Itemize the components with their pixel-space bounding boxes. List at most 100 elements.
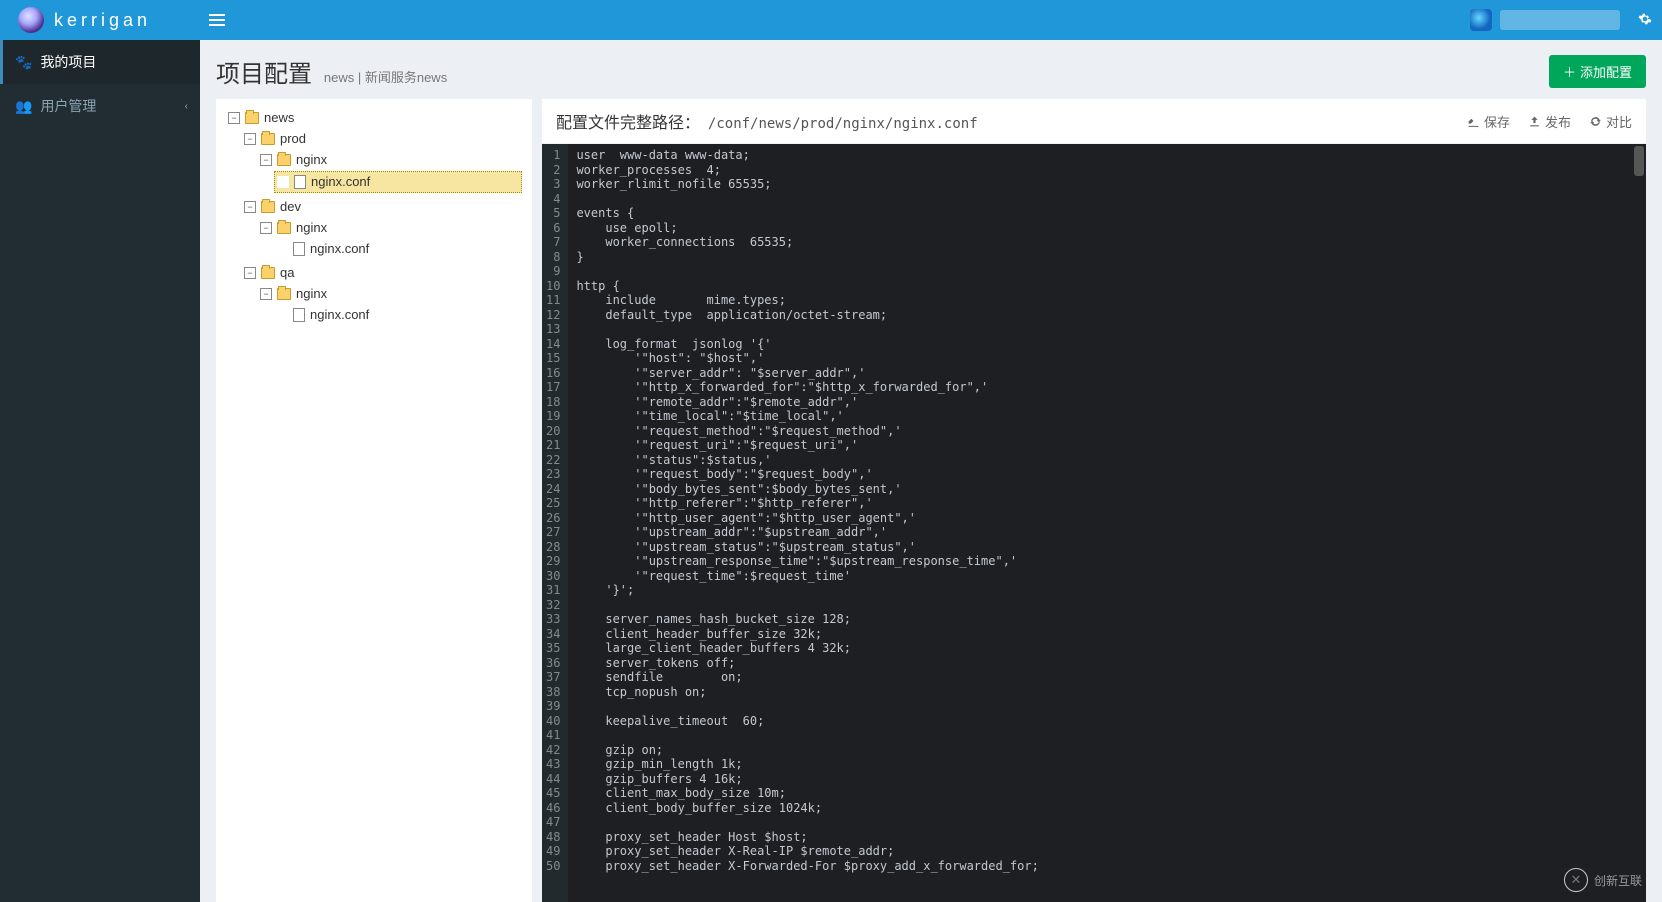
- user-menu[interactable]: [1500, 10, 1620, 30]
- tree-folder[interactable]: −news: [226, 108, 522, 128]
- tree-folder[interactable]: −nginx: [258, 218, 522, 238]
- line-number: 35: [546, 641, 560, 656]
- tree-file[interactable]: nginx.conf: [274, 239, 522, 259]
- tree-folder[interactable]: − qa: [242, 263, 522, 283]
- code-line[interactable]: proxy_set_header X-Real-IP $remote_addr;: [576, 844, 1646, 859]
- code-line[interactable]: '}';: [576, 583, 1646, 598]
- code-line[interactable]: gzip_buffers 4 16k;: [576, 772, 1646, 787]
- code-line[interactable]: [576, 728, 1646, 743]
- tree-node-label: qa: [280, 264, 294, 282]
- code-line[interactable]: '"upstream_status":"$upstream_status",': [576, 540, 1646, 555]
- tree-file[interactable]: nginx.conf: [274, 305, 522, 325]
- line-number: 6: [546, 221, 560, 236]
- code-line[interactable]: '"server_addr": "$server_addr",': [576, 366, 1646, 381]
- code-line[interactable]: [576, 598, 1646, 613]
- code-line[interactable]: proxy_set_header X-Forwarded-For $proxy_…: [576, 859, 1646, 874]
- code-line[interactable]: '"upstream_addr":"$upstream_addr",': [576, 525, 1646, 540]
- file-tree: −news−prod−nginxnginx.conf−dev−nginxngin…: [226, 107, 522, 329]
- tree-file[interactable]: nginx.conf: [274, 171, 522, 193]
- tree-node-label: nginx.conf: [310, 240, 369, 258]
- code-line[interactable]: server_tokens off;: [576, 656, 1646, 671]
- page-title-wrap: 项目配置 news | 新闻服务news: [216, 54, 447, 89]
- line-number: 47: [546, 815, 560, 830]
- code-line[interactable]: keepalive_timeout 60;: [576, 714, 1646, 729]
- code-line[interactable]: include mime.types;: [576, 293, 1646, 308]
- code-line[interactable]: log_format jsonlog '{': [576, 337, 1646, 352]
- code-line[interactable]: client_max_body_size 10m;: [576, 786, 1646, 801]
- code-line[interactable]: '"upstream_response_time":"$upstream_res…: [576, 554, 1646, 569]
- tree-toggle-icon[interactable]: −: [260, 154, 272, 166]
- add-config-button[interactable]: ＋ 添加配置: [1549, 55, 1646, 88]
- code-line[interactable]: use epoll;: [576, 221, 1646, 236]
- code-line[interactable]: user www-data www-data;: [576, 148, 1646, 163]
- code-lines[interactable]: user www-data www-data;worker_processes …: [568, 144, 1646, 902]
- code-line[interactable]: server_names_hash_bucket_size 128;: [576, 612, 1646, 627]
- toggle-sidebar-button[interactable]: [200, 0, 234, 40]
- code-line[interactable]: tcp_nopush on;: [576, 685, 1646, 700]
- line-number: 39: [546, 699, 560, 714]
- tree-node-label: nginx.conf: [311, 173, 370, 191]
- code-line[interactable]: client_body_buffer_size 1024k;: [576, 801, 1646, 816]
- sidebar-item-projects[interactable]: 🐾 我的项目: [0, 40, 200, 84]
- tree-toggle-icon[interactable]: −: [244, 133, 256, 145]
- code-line[interactable]: '"status":$status,': [576, 453, 1646, 468]
- code-editor[interactable]: 1234567891011121314151617181920212223242…: [542, 144, 1646, 902]
- code-line[interactable]: '"time_local":"$time_local",': [576, 409, 1646, 424]
- line-number: 24: [546, 482, 560, 497]
- line-number: 38: [546, 685, 560, 700]
- save-button[interactable]: 保存: [1467, 112, 1510, 131]
- code-line[interactable]: client_header_buffer_size 32k;: [576, 627, 1646, 642]
- code-line[interactable]: default_type application/octet-stream;: [576, 308, 1646, 323]
- code-line[interactable]: '"body_bytes_sent":$body_bytes_sent,': [576, 482, 1646, 497]
- tree-toggle-icon[interactable]: −: [244, 267, 256, 279]
- watermark-logo-icon: ✕: [1564, 868, 1588, 892]
- code-line[interactable]: large_client_header_buffers 4 32k;: [576, 641, 1646, 656]
- code-line[interactable]: '"host": "$host",': [576, 351, 1646, 366]
- code-line[interactable]: '"request_time":$request_time': [576, 569, 1646, 584]
- code-line[interactable]: http {: [576, 279, 1646, 294]
- line-number: 48: [546, 830, 560, 845]
- code-line[interactable]: [576, 699, 1646, 714]
- app-badge-icon[interactable]: [1470, 9, 1492, 31]
- scrollbar-thumb[interactable]: [1634, 146, 1644, 176]
- watermark-text: 创新互联: [1594, 872, 1642, 889]
- tree-toggle-icon[interactable]: −: [260, 222, 272, 234]
- code-line[interactable]: '"http_referer":"$http_referer",': [576, 496, 1646, 511]
- code-line[interactable]: worker_connections 65535;: [576, 235, 1646, 250]
- code-line[interactable]: '"http_x_forwarded_for":"$http_x_forward…: [576, 380, 1646, 395]
- tree-toggle-icon[interactable]: −: [244, 201, 256, 213]
- brand[interactable]: kerrigan: [0, 0, 200, 40]
- code-line[interactable]: '"request_method":"$request_method",': [576, 424, 1646, 439]
- code-line[interactable]: gzip on;: [576, 743, 1646, 758]
- tree-folder[interactable]: −nginx: [258, 284, 522, 304]
- sidebar-item-users[interactable]: 👥 用户管理 ‹: [0, 84, 200, 128]
- tree-folder[interactable]: −nginx: [258, 150, 522, 170]
- tree-folder[interactable]: −dev: [242, 197, 522, 217]
- tree-folder[interactable]: −prod: [242, 129, 522, 149]
- code-line[interactable]: events {: [576, 206, 1646, 221]
- top-header: kerrigan: [0, 0, 1662, 40]
- code-line[interactable]: proxy_set_header Host $host;: [576, 830, 1646, 845]
- line-number: 27: [546, 525, 560, 540]
- folder-open-icon: [245, 112, 259, 124]
- code-line[interactable]: '"request_body":"$request_body",': [576, 467, 1646, 482]
- diff-button[interactable]: 对比: [1589, 112, 1632, 131]
- code-line[interactable]: '"http_user_agent":"$http_user_agent",': [576, 511, 1646, 526]
- tree-toggle-icon[interactable]: −: [228, 112, 240, 124]
- tree-toggle-icon[interactable]: −: [260, 288, 272, 300]
- folder-open-icon: [261, 267, 275, 279]
- code-line[interactable]: worker_processes 4;: [576, 163, 1646, 178]
- code-line[interactable]: worker_rlimit_nofile 65535;: [576, 177, 1646, 192]
- code-line[interactable]: }: [576, 250, 1646, 265]
- code-line[interactable]: [576, 322, 1646, 337]
- editor-actions: 保存 发布 对比: [1467, 112, 1632, 131]
- code-line[interactable]: gzip_min_length 1k;: [576, 757, 1646, 772]
- publish-button[interactable]: 发布: [1528, 112, 1571, 131]
- code-line[interactable]: '"remote_addr":"$remote_addr",': [576, 395, 1646, 410]
- code-line[interactable]: [576, 815, 1646, 830]
- code-line[interactable]: [576, 264, 1646, 279]
- settings-button[interactable]: [1638, 12, 1652, 29]
- code-line[interactable]: '"request_uri":"$request_uri",': [576, 438, 1646, 453]
- code-line[interactable]: sendfile on;: [576, 670, 1646, 685]
- code-line[interactable]: [576, 192, 1646, 207]
